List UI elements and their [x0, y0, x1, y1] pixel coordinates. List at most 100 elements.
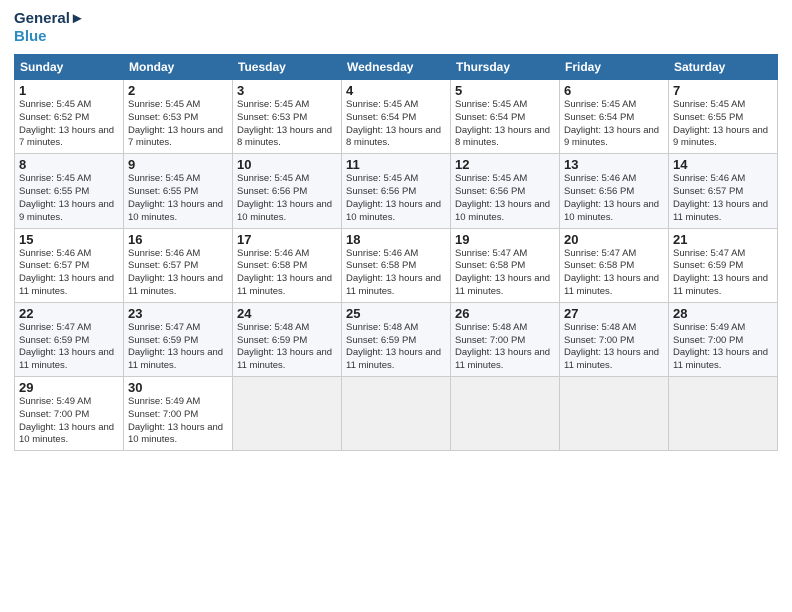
day-number: 11 [346, 157, 446, 172]
day-number: 28 [673, 306, 773, 321]
logo-general: General► [14, 10, 85, 28]
day-number: 9 [128, 157, 228, 172]
day-info: Sunrise: 5:46 AMSunset: 6:58 PMDaylight:… [346, 248, 446, 299]
day-cell [560, 377, 669, 451]
day-info: Sunrise: 5:46 AMSunset: 6:57 PMDaylight:… [19, 248, 119, 299]
day-info: Sunrise: 5:45 AMSunset: 6:54 PMDaylight:… [346, 99, 446, 150]
calendar-table: SundayMondayTuesdayWednesdayThursdayFrid… [14, 54, 778, 451]
day-number: 14 [673, 157, 773, 172]
day-info: Sunrise: 5:46 AMSunset: 6:57 PMDaylight:… [128, 248, 228, 299]
day-info: Sunrise: 5:47 AMSunset: 6:59 PMDaylight:… [128, 322, 228, 373]
day-cell: 26Sunrise: 5:48 AMSunset: 7:00 PMDayligh… [451, 302, 560, 376]
day-info: Sunrise: 5:47 AMSunset: 6:58 PMDaylight:… [564, 248, 664, 299]
day-cell: 16Sunrise: 5:46 AMSunset: 6:57 PMDayligh… [124, 228, 233, 302]
day-number: 12 [455, 157, 555, 172]
day-cell: 2Sunrise: 5:45 AMSunset: 6:53 PMDaylight… [124, 80, 233, 154]
day-cell: 22Sunrise: 5:47 AMSunset: 6:59 PMDayligh… [15, 302, 124, 376]
day-number: 22 [19, 306, 119, 321]
day-cell [342, 377, 451, 451]
col-header-wednesday: Wednesday [342, 55, 451, 80]
header: General► Blue [14, 10, 778, 46]
logo-container: General► Blue [14, 10, 85, 46]
day-info: Sunrise: 5:45 AMSunset: 6:56 PMDaylight:… [237, 173, 337, 224]
logo: General► Blue [14, 10, 85, 46]
day-info: Sunrise: 5:46 AMSunset: 6:58 PMDaylight:… [237, 248, 337, 299]
col-header-saturday: Saturday [669, 55, 778, 80]
day-number: 23 [128, 306, 228, 321]
day-cell: 13Sunrise: 5:46 AMSunset: 6:56 PMDayligh… [560, 154, 669, 228]
day-info: Sunrise: 5:48 AMSunset: 7:00 PMDaylight:… [564, 322, 664, 373]
day-info: Sunrise: 5:45 AMSunset: 6:55 PMDaylight:… [673, 99, 773, 150]
day-cell: 14Sunrise: 5:46 AMSunset: 6:57 PMDayligh… [669, 154, 778, 228]
day-number: 27 [564, 306, 664, 321]
day-number: 21 [673, 232, 773, 247]
day-info: Sunrise: 5:45 AMSunset: 6:52 PMDaylight:… [19, 99, 119, 150]
day-info: Sunrise: 5:49 AMSunset: 7:00 PMDaylight:… [19, 396, 119, 447]
day-cell: 11Sunrise: 5:45 AMSunset: 6:56 PMDayligh… [342, 154, 451, 228]
day-cell [233, 377, 342, 451]
day-number: 30 [128, 380, 228, 395]
day-info: Sunrise: 5:45 AMSunset: 6:53 PMDaylight:… [237, 99, 337, 150]
day-cell: 21Sunrise: 5:47 AMSunset: 6:59 PMDayligh… [669, 228, 778, 302]
col-header-sunday: Sunday [15, 55, 124, 80]
day-number: 8 [19, 157, 119, 172]
day-cell [669, 377, 778, 451]
day-number: 26 [455, 306, 555, 321]
day-number: 16 [128, 232, 228, 247]
day-cell: 29Sunrise: 5:49 AMSunset: 7:00 PMDayligh… [15, 377, 124, 451]
day-number: 5 [455, 83, 555, 98]
day-number: 3 [237, 83, 337, 98]
day-number: 10 [237, 157, 337, 172]
day-cell: 27Sunrise: 5:48 AMSunset: 7:00 PMDayligh… [560, 302, 669, 376]
day-info: Sunrise: 5:47 AMSunset: 6:58 PMDaylight:… [455, 248, 555, 299]
day-cell: 17Sunrise: 5:46 AMSunset: 6:58 PMDayligh… [233, 228, 342, 302]
day-info: Sunrise: 5:46 AMSunset: 6:57 PMDaylight:… [673, 173, 773, 224]
day-number: 24 [237, 306, 337, 321]
col-header-monday: Monday [124, 55, 233, 80]
day-cell: 23Sunrise: 5:47 AMSunset: 6:59 PMDayligh… [124, 302, 233, 376]
week-row-2: 8Sunrise: 5:45 AMSunset: 6:55 PMDaylight… [15, 154, 778, 228]
day-number: 20 [564, 232, 664, 247]
day-info: Sunrise: 5:48 AMSunset: 7:00 PMDaylight:… [455, 322, 555, 373]
day-info: Sunrise: 5:45 AMSunset: 6:54 PMDaylight:… [455, 99, 555, 150]
col-header-friday: Friday [560, 55, 669, 80]
week-row-3: 15Sunrise: 5:46 AMSunset: 6:57 PMDayligh… [15, 228, 778, 302]
day-info: Sunrise: 5:45 AMSunset: 6:55 PMDaylight:… [128, 173, 228, 224]
day-cell: 9Sunrise: 5:45 AMSunset: 6:55 PMDaylight… [124, 154, 233, 228]
day-number: 18 [346, 232, 446, 247]
day-cell: 20Sunrise: 5:47 AMSunset: 6:58 PMDayligh… [560, 228, 669, 302]
day-info: Sunrise: 5:48 AMSunset: 6:59 PMDaylight:… [237, 322, 337, 373]
day-info: Sunrise: 5:49 AMSunset: 7:00 PMDaylight:… [128, 396, 228, 447]
day-cell: 12Sunrise: 5:45 AMSunset: 6:56 PMDayligh… [451, 154, 560, 228]
day-number: 4 [346, 83, 446, 98]
day-cell [451, 377, 560, 451]
day-cell: 18Sunrise: 5:46 AMSunset: 6:58 PMDayligh… [342, 228, 451, 302]
day-info: Sunrise: 5:48 AMSunset: 6:59 PMDaylight:… [346, 322, 446, 373]
col-header-tuesday: Tuesday [233, 55, 342, 80]
day-info: Sunrise: 5:46 AMSunset: 6:56 PMDaylight:… [564, 173, 664, 224]
day-cell: 28Sunrise: 5:49 AMSunset: 7:00 PMDayligh… [669, 302, 778, 376]
day-number: 17 [237, 232, 337, 247]
calendar-header-row: SundayMondayTuesdayWednesdayThursdayFrid… [15, 55, 778, 80]
day-number: 19 [455, 232, 555, 247]
day-info: Sunrise: 5:45 AMSunset: 6:56 PMDaylight:… [346, 173, 446, 224]
week-row-5: 29Sunrise: 5:49 AMSunset: 7:00 PMDayligh… [15, 377, 778, 451]
day-number: 2 [128, 83, 228, 98]
day-info: Sunrise: 5:45 AMSunset: 6:56 PMDaylight:… [455, 173, 555, 224]
day-cell: 5Sunrise: 5:45 AMSunset: 6:54 PMDaylight… [451, 80, 560, 154]
day-cell: 24Sunrise: 5:48 AMSunset: 6:59 PMDayligh… [233, 302, 342, 376]
day-cell: 4Sunrise: 5:45 AMSunset: 6:54 PMDaylight… [342, 80, 451, 154]
calendar-body: 1Sunrise: 5:45 AMSunset: 6:52 PMDaylight… [15, 80, 778, 451]
col-header-thursday: Thursday [451, 55, 560, 80]
day-info: Sunrise: 5:47 AMSunset: 6:59 PMDaylight:… [19, 322, 119, 373]
day-info: Sunrise: 5:47 AMSunset: 6:59 PMDaylight:… [673, 248, 773, 299]
day-info: Sunrise: 5:45 AMSunset: 6:55 PMDaylight:… [19, 173, 119, 224]
day-info: Sunrise: 5:45 AMSunset: 6:54 PMDaylight:… [564, 99, 664, 150]
day-cell: 19Sunrise: 5:47 AMSunset: 6:58 PMDayligh… [451, 228, 560, 302]
day-cell: 15Sunrise: 5:46 AMSunset: 6:57 PMDayligh… [15, 228, 124, 302]
day-number: 7 [673, 83, 773, 98]
day-cell: 8Sunrise: 5:45 AMSunset: 6:55 PMDaylight… [15, 154, 124, 228]
day-info: Sunrise: 5:45 AMSunset: 6:53 PMDaylight:… [128, 99, 228, 150]
day-number: 25 [346, 306, 446, 321]
day-number: 13 [564, 157, 664, 172]
